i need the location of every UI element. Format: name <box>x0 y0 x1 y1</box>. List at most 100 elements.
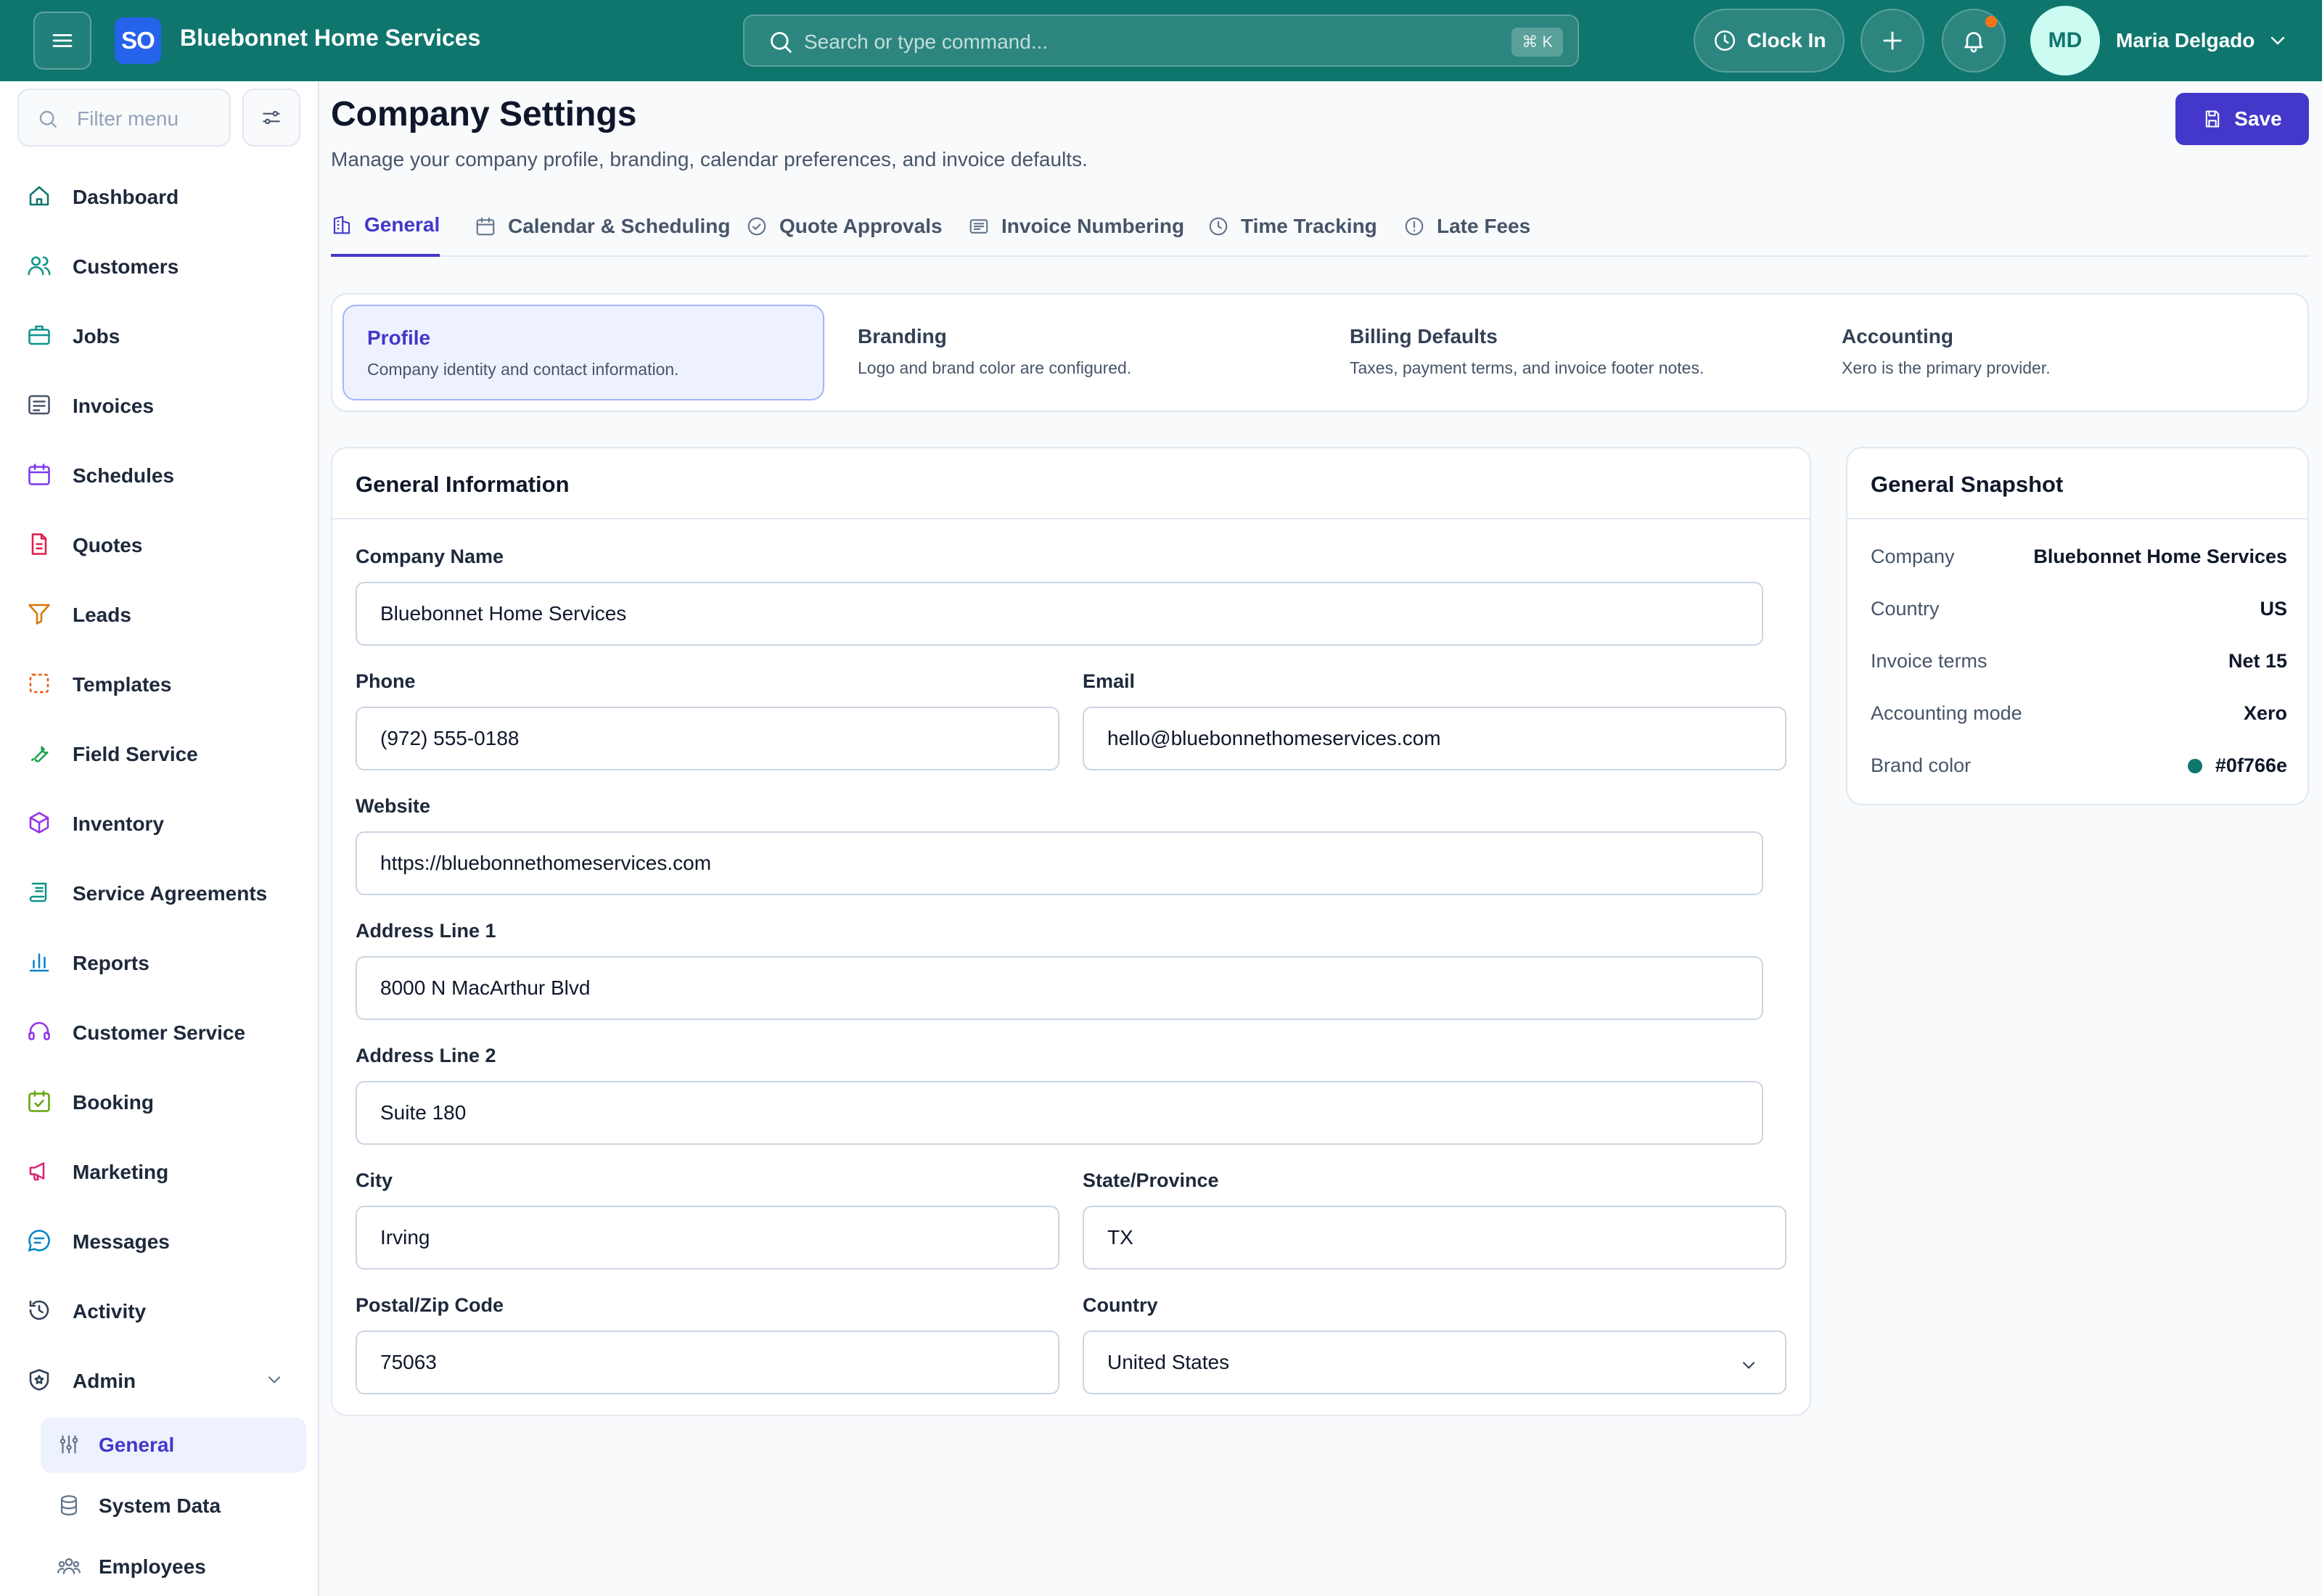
brand-color-swatch <box>2187 758 2202 773</box>
tab-label: Quote Approvals <box>779 215 943 237</box>
top-bar: SO Bluebonnet Home Services Search or ty… <box>0 0 2322 81</box>
database-icon <box>57 1493 81 1518</box>
user-menu[interactable]: MD Maria Delgado <box>2030 6 2306 75</box>
sidebar-item-messages[interactable]: Messages <box>17 1214 305 1267</box>
section-branding[interactable]: Branding Logo and brand color are config… <box>834 305 1316 400</box>
sidebar-item-jobs[interactable]: Jobs <box>17 309 305 361</box>
menu-toggle-button[interactable] <box>33 12 91 70</box>
sidebar-subitem-employees[interactable]: Employees <box>41 1539 306 1595</box>
snapshot-key: Country <box>1871 598 1940 620</box>
sidebar-item-leads[interactable]: Leads <box>17 588 305 640</box>
company-logo[interactable]: SO <box>115 17 161 64</box>
state-field[interactable]: TX <box>1083 1206 1786 1270</box>
section-profile[interactable]: Profile Company identity and contact inf… <box>342 305 824 400</box>
section-description: Xero is the primary provider. <box>1842 358 2051 377</box>
address-line-1-field[interactable]: 8000 N MacArthur Blvd <box>356 956 1763 1020</box>
check-circle-icon <box>746 215 768 237</box>
headset-icon <box>26 1019 52 1045</box>
save-button[interactable]: Save <box>2175 93 2309 145</box>
sidebar-item-activity[interactable]: Activity <box>17 1284 305 1336</box>
quick-add-button[interactable] <box>1861 9 1924 73</box>
search-icon <box>766 28 795 57</box>
sidebar-item-label: Leads <box>73 604 131 626</box>
country-label: Country <box>1083 1294 1158 1316</box>
settings-tabs: General Calendar & Scheduling Quote Appr… <box>331 196 2309 257</box>
country-select[interactable]: United States <box>1083 1330 1786 1394</box>
history-icon <box>26 1297 52 1323</box>
section-accounting[interactable]: Accounting Xero is the primary provider. <box>1818 305 2300 400</box>
sidebar-item-label: Customers <box>73 255 179 278</box>
sidebar-item-templates[interactable]: Templates <box>17 657 305 709</box>
clock-in-button[interactable]: Clock In <box>1694 9 1845 73</box>
sidebar-item-label: Inventory <box>73 813 165 835</box>
company-name-field[interactable]: Bluebonnet Home Services <box>356 582 1763 646</box>
snapshot-row-company: Company Bluebonnet Home Services <box>1871 546 2287 575</box>
user-name: Maria Delgado <box>2116 29 2255 52</box>
megaphone-icon <box>26 1158 52 1184</box>
website-field[interactable]: https://bluebonnethomeservices.com <box>356 831 1763 895</box>
filter-menu-input[interactable]: Filter menu <box>17 89 231 147</box>
sidebar-item-label: Booking <box>73 1091 154 1114</box>
sidebar-item-invoices[interactable]: Invoices <box>17 379 305 431</box>
website-label: Website <box>356 795 431 817</box>
snapshot-value: #0f766e <box>2215 754 2287 776</box>
tab-label: Late Fees <box>1437 215 1531 237</box>
country-value: United States <box>1107 1351 1230 1373</box>
sidebar-item-admin[interactable]: Admin <box>17 1354 305 1406</box>
page-title: Company Settings <box>331 95 637 133</box>
tab-label: General <box>364 213 440 236</box>
email-field[interactable]: hello@bluebonnethomeservices.com <box>1083 707 1786 770</box>
address-line-2-field[interactable]: Suite 180 <box>356 1081 1763 1145</box>
notifications-button[interactable] <box>1942 9 2006 73</box>
tab-general[interactable]: General <box>331 196 440 257</box>
chevron-down-icon <box>264 1370 284 1390</box>
sidebar-item-label: Messages <box>73 1230 170 1253</box>
sidebar-subitem-system-data[interactable]: System Data <box>41 1478 306 1534</box>
tab-calendar-scheduling[interactable]: Calendar & Scheduling <box>475 196 731 257</box>
chevron-down-icon <box>1739 1355 1759 1375</box>
sidebar-item-reports[interactable]: Reports <box>17 936 305 988</box>
sidebar-item-dashboard[interactable]: Dashboard <box>17 170 305 222</box>
sidebar-item-customer-service[interactable]: Customer Service <box>17 1005 305 1058</box>
filter-settings-button[interactable] <box>242 89 300 147</box>
tab-time-tracking[interactable]: Time Tracking <box>1207 196 1377 257</box>
bell-icon <box>1961 28 1987 54</box>
section-title: Accounting <box>1842 325 1953 347</box>
state-label: State/Province <box>1083 1169 1219 1191</box>
chat-icon <box>26 1227 52 1254</box>
tab-invoice-numbering[interactable]: Invoice Numbering <box>968 196 1184 257</box>
tab-late-fees[interactable]: Late Fees <box>1403 196 1530 257</box>
calendar-check-icon <box>26 1088 52 1114</box>
building-icon <box>331 214 353 236</box>
notification-dot <box>1985 16 1997 28</box>
calendar-icon <box>475 215 496 237</box>
tab-label: Invoice Numbering <box>1001 215 1185 237</box>
tab-label: Time Tracking <box>1241 215 1377 237</box>
postal-code-field[interactable]: 75063 <box>356 1330 1059 1394</box>
section-title: Billing Defaults <box>1350 325 1498 347</box>
sidebar-item-service-agreements[interactable]: Service Agreements <box>17 866 305 918</box>
sidebar-subitem-general[interactable]: General <box>41 1418 306 1473</box>
sidebar-item-schedules[interactable]: Schedules <box>17 448 305 501</box>
phone-field[interactable]: (972) 555-0188 <box>356 707 1059 770</box>
card-title: General Snapshot <box>1847 448 2307 519</box>
page-subtitle: Manage your company profile, branding, c… <box>331 148 1088 170</box>
sidebar-item-booking[interactable]: Booking <box>17 1075 305 1127</box>
snapshot-value: Bluebonnet Home Services <box>2033 546 2287 567</box>
search-icon <box>36 107 60 131</box>
tab-quote-approvals[interactable]: Quote Approvals <box>746 196 943 257</box>
sidebar-item-label: Schedules <box>73 464 175 487</box>
postal-code-label: Postal/Zip Code <box>356 1294 504 1316</box>
template-icon <box>26 670 52 696</box>
search-shortcut-badge: ⌘ K <box>1511 28 1563 57</box>
city-field[interactable]: Irving <box>356 1206 1059 1270</box>
brand-name[interactable]: Bluebonnet Home Services <box>180 25 480 52</box>
sidebar-item-inventory[interactable]: Inventory <box>17 797 305 849</box>
section-description: Taxes, payment terms, and invoice footer… <box>1350 358 1704 377</box>
sidebar-item-customers[interactable]: Customers <box>17 239 305 292</box>
command-search[interactable]: Search or type command... ⌘ K <box>743 15 1579 67</box>
sidebar-item-marketing[interactable]: Marketing <box>17 1145 305 1197</box>
sidebar-item-field-service[interactable]: Field Service <box>17 727 305 779</box>
sidebar-item-quotes[interactable]: Quotes <box>17 518 305 570</box>
section-billing-defaults[interactable]: Billing Defaults Taxes, payment terms, a… <box>1326 305 1808 400</box>
